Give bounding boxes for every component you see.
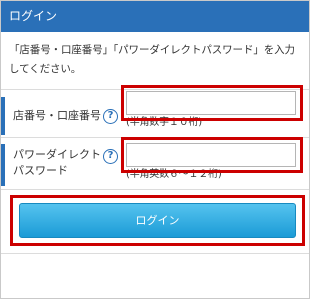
field-marker xyxy=(1,144,5,186)
highlight-box xyxy=(121,137,303,173)
password-label-line2: パスワード xyxy=(13,164,68,177)
account-number-label: 店番号・口座番号 xyxy=(13,109,101,122)
highlight-box xyxy=(121,85,303,121)
login-panel: ログイン 「店番号・口座番号」「パワーダイレクトパスワード」を入力してください。… xyxy=(0,0,310,299)
divider xyxy=(1,189,309,190)
help-icon[interactable]: ? xyxy=(103,149,118,164)
field-marker xyxy=(1,97,5,135)
highlight-box xyxy=(10,195,305,246)
password-label-line1: パワーダイレクト xyxy=(13,148,101,161)
help-icon[interactable]: ? xyxy=(103,109,118,124)
panel-title: ログイン xyxy=(1,1,309,32)
instructions-text: 「店番号・口座番号」「パワーダイレクトパスワード」を入力してください。 xyxy=(9,44,295,75)
divider xyxy=(1,253,309,254)
